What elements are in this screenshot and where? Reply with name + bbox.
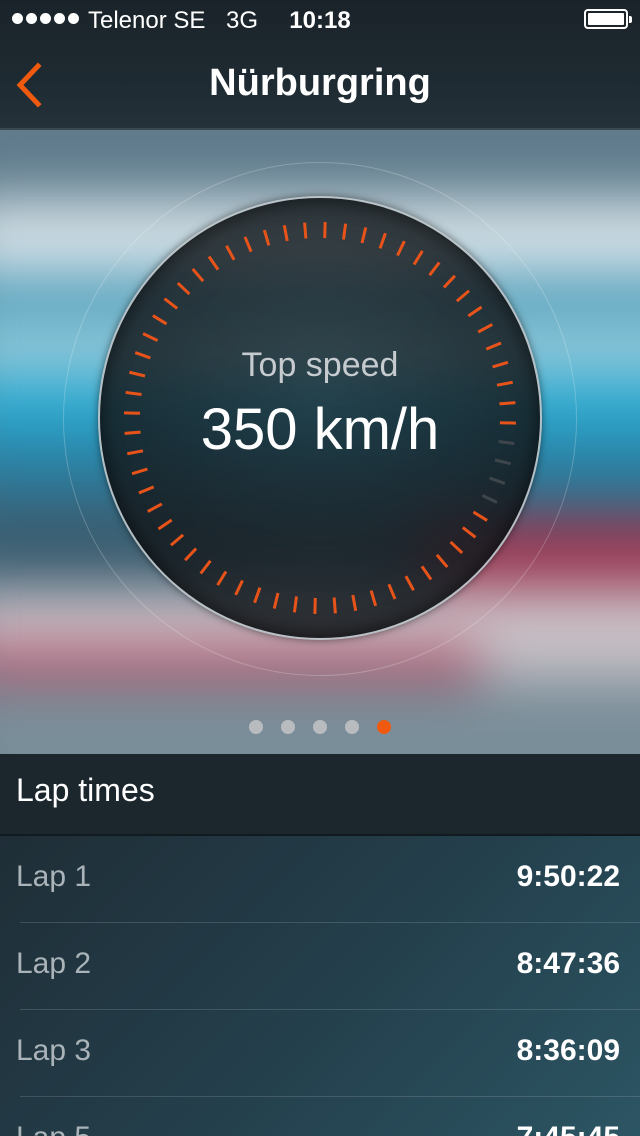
page-dot[interactable] xyxy=(249,720,263,734)
gauge-tick xyxy=(477,323,493,334)
gauge-tick xyxy=(243,236,253,253)
lap-time: 7:45:45 xyxy=(517,1121,620,1136)
gauge-tick xyxy=(292,596,298,613)
gauge-tick xyxy=(420,565,433,581)
gauge-label: Top speed xyxy=(241,346,399,384)
lap-name: Lap 1 xyxy=(16,860,92,893)
gauge-tick xyxy=(125,390,142,396)
gauge-tick xyxy=(303,222,308,239)
lap-row[interactable]: Lap 1 9:50:22 xyxy=(0,836,640,923)
gauge-tick xyxy=(147,502,163,513)
gauge-tick xyxy=(404,575,415,591)
gauge-tick xyxy=(272,592,280,609)
gauge-tick xyxy=(481,494,498,504)
gauge-tick xyxy=(455,289,471,303)
gauge-tick xyxy=(207,255,220,271)
page-dot[interactable] xyxy=(313,720,327,734)
gauge-tick xyxy=(234,579,244,596)
lap-name: Lap 5 xyxy=(16,1121,91,1136)
gauge-tick xyxy=(369,590,378,607)
gauge-tick xyxy=(378,232,387,249)
lap-times-list: Lap 1 9:50:22 Lap 2 8:47:36 Lap 3 8:36:0… xyxy=(0,836,640,1136)
page-dot[interactable] xyxy=(281,720,295,734)
lap-name: Lap 2 xyxy=(16,947,92,980)
lap-time: 8:47:36 xyxy=(516,947,620,980)
battery-icon xyxy=(584,9,632,29)
gauge-value: 350 km/h xyxy=(200,397,440,462)
gauge-tick xyxy=(442,274,457,289)
gauge-tick xyxy=(169,533,185,547)
gauge-tick xyxy=(467,305,483,318)
lap-name: Lap 3 xyxy=(16,1034,92,1067)
page-title: Nürburgring xyxy=(209,62,431,104)
gauge-tick xyxy=(131,467,148,476)
speed-gauge: Top speed 350 km/h xyxy=(98,196,542,640)
gauge-tick xyxy=(199,559,212,575)
page-dot[interactable] xyxy=(345,720,359,734)
gauge-tick xyxy=(142,332,159,342)
lap-time: 9:50:22 xyxy=(516,860,620,893)
lap-time: 8:36:09 xyxy=(516,1034,620,1067)
gauge-tick xyxy=(428,261,441,277)
gauge-tick xyxy=(176,281,191,296)
gauge-tick xyxy=(435,553,449,569)
gauge-tick xyxy=(360,227,368,244)
gauge-tick xyxy=(138,485,155,495)
gauge-tick xyxy=(183,547,198,562)
top-speed-carousel[interactable]: Top speed 350 km/h xyxy=(0,128,640,754)
gauge-tick xyxy=(282,225,289,242)
gauge-tick xyxy=(387,583,397,600)
section-title: Lap times xyxy=(16,772,155,808)
gauge-tick xyxy=(461,526,477,539)
gauge-tick xyxy=(152,314,168,326)
gauge-tick xyxy=(262,229,271,246)
status-bar: Telenor SE 3G 10:18 xyxy=(0,0,640,40)
gauge-tick xyxy=(157,518,173,531)
gauge-tick xyxy=(163,297,179,310)
gauge-tick xyxy=(449,540,464,555)
gauge-tick xyxy=(351,594,358,611)
gauge-tick xyxy=(253,587,262,604)
gauge-tick xyxy=(216,570,228,586)
page-dot[interactable] xyxy=(377,720,391,734)
lap-row[interactable]: Lap 2 8:47:36 xyxy=(0,923,640,1010)
gauge-tick xyxy=(412,250,424,266)
lap-row[interactable]: Lap 5 7:45:45 xyxy=(0,1097,640,1136)
gauge-tick xyxy=(396,240,406,257)
gauge-tick xyxy=(489,476,506,485)
top-bar: Telenor SE 3G 10:18 Nürburgring xyxy=(0,0,640,130)
gauge-tick xyxy=(342,223,348,240)
lap-row[interactable]: Lap 3 8:36:09 xyxy=(0,1010,640,1097)
gauge-tick xyxy=(191,267,205,283)
status-time: 10:18 xyxy=(289,7,351,34)
page-indicator[interactable] xyxy=(0,720,640,734)
gauge-tick xyxy=(225,245,236,261)
lap-times-header: Lap times xyxy=(0,754,640,836)
gauge-tick xyxy=(472,510,488,522)
gauge-tick xyxy=(332,597,337,614)
